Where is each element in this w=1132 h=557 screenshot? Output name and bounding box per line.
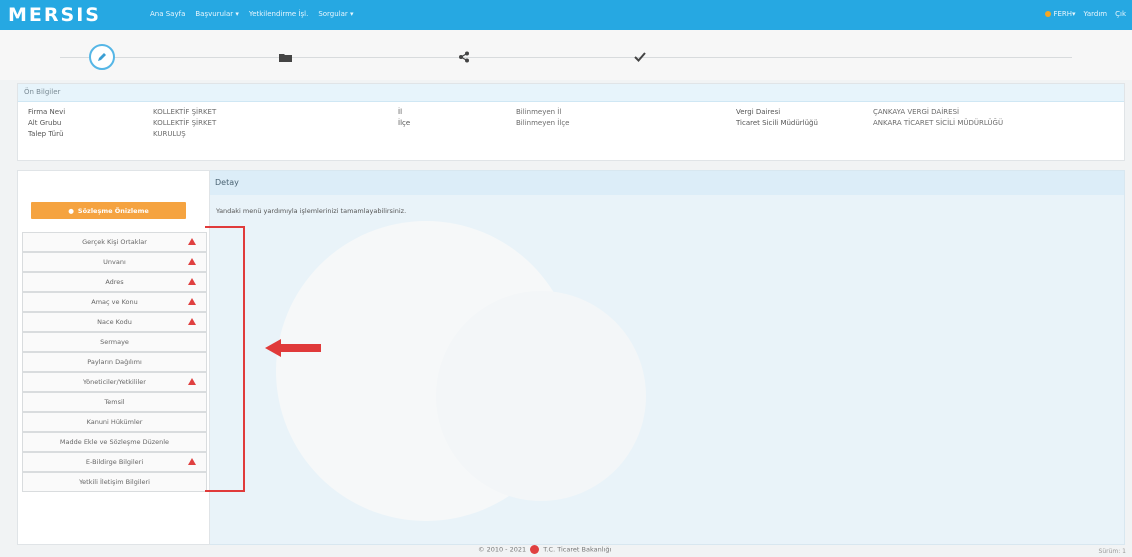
firma-nevi-label: Firma Nevi <box>28 108 66 116</box>
help-link[interactable]: Yardım <box>1084 10 1108 18</box>
nav-home[interactable]: Ana Sayfa <box>150 10 185 18</box>
warning-icon <box>188 378 196 385</box>
version-label: Sürüm: 1 <box>1098 548 1126 555</box>
background-circle-small <box>436 291 646 501</box>
menu-item-representation[interactable]: Temsil <box>22 392 207 412</box>
menu-item-title[interactable]: Unvanı <box>22 252 207 272</box>
menu-item-contact-info[interactable]: Yetkili İletişim Bilgileri <box>22 472 207 492</box>
user-icon <box>1045 11 1052 17</box>
menu-item-e-declaration[interactable]: E-Bildirge Bilgileri <box>22 452 207 472</box>
top-navbar: MERSIS Ana Sayfa Başvurular ▾ Yetkilendi… <box>0 0 1132 30</box>
steps-line <box>60 57 1072 58</box>
check-icon[interactable] <box>627 44 653 70</box>
eye-icon: ● <box>68 206 74 215</box>
pre-info-panel: Ön Bilgiler Firma Nevi KOLLEKTİF ŞİRKET … <box>17 83 1125 161</box>
pre-info-title: Ön Bilgiler <box>18 84 1124 102</box>
pencil-icon[interactable] <box>89 44 115 70</box>
contract-preview-button[interactable]: ● Sözleşme Önizleme <box>31 202 186 219</box>
menu-item-add-article[interactable]: Madde Ekle ve Sözleşme Düzenle <box>22 432 207 452</box>
il-value: Bilinmeyen İl <box>516 108 562 116</box>
detail-title: Detay <box>206 171 1124 195</box>
warning-icon <box>188 238 196 245</box>
menu-item-real-partners[interactable]: Gerçek Kişi Ortaklar <box>22 232 207 252</box>
ticaret-sicil-label: Ticaret Sicili Müdürlüğü <box>736 119 818 127</box>
ministry-logo-icon <box>530 545 540 554</box>
nav-authorization[interactable]: Yetkilendirme İşl. <box>249 10 308 18</box>
logout-link[interactable]: Çık <box>1115 10 1126 18</box>
left-menu-panel: ● Sözleşme Önizleme Gerçek Kişi Ortaklar… <box>17 170 210 545</box>
menu-item-address[interactable]: Adres <box>22 272 207 292</box>
mersis-logo[interactable]: MERSIS <box>8 4 101 26</box>
annotation-arrow-icon <box>265 339 321 357</box>
main-nav: Ana Sayfa Başvurular ▾ Yetkilendirme İşl… <box>150 10 354 18</box>
menu-item-capital[interactable]: Sermaye <box>22 332 207 352</box>
menu-item-purpose[interactable]: Amaç ve Konu <box>22 292 207 312</box>
ilce-value: Bilinmeyen İlçe <box>516 119 570 127</box>
ilce-label: İlçe <box>398 119 411 127</box>
detail-instruction: Yandaki menü yardımıyla işlemlerinizi ta… <box>216 207 407 215</box>
detail-panel: Detay Yandaki menü yardımıyla işlemlerin… <box>205 170 1125 545</box>
nav-queries[interactable]: Sorgular ▾ <box>318 10 353 18</box>
menu-item-nace-code[interactable]: Nace Kodu <box>22 312 207 332</box>
menu-item-share-distribution[interactable]: Payların Dağılımı <box>22 352 207 372</box>
il-label: İl <box>398 108 403 116</box>
warning-icon <box>188 318 196 325</box>
warning-icon <box>188 258 196 265</box>
wizard-steps <box>0 30 1132 80</box>
warning-icon <box>188 298 196 305</box>
nav-applications[interactable]: Başvurular ▾ <box>195 10 238 18</box>
section-menu: Gerçek Kişi Ortaklar Unvanı Adres Amaç v… <box>22 232 207 492</box>
talep-turu-value: KURULUŞ <box>153 130 186 138</box>
vergi-dairesi-value: ÇANKAYA VERGİ DAİRESİ <box>873 108 960 116</box>
alt-grubu-label: Alt Grubu <box>28 119 62 127</box>
user-nav: FERH▾ Yardım Çık <box>1045 10 1126 18</box>
share-icon[interactable] <box>451 44 477 70</box>
talep-turu-label: Talep Türü <box>28 130 64 138</box>
alt-grubu-value: KOLLEKTİF ŞİRKET <box>153 119 217 127</box>
folder-icon[interactable] <box>272 44 298 70</box>
ticaret-sicil-value: ANKARA TİCARET SİCİLİ MÜDÜRLÜĞÜ <box>873 119 1004 127</box>
warning-icon <box>188 458 196 465</box>
warning-icon <box>188 278 196 285</box>
firma-nevi-value: KOLLEKTİF ŞİRKET <box>153 108 217 116</box>
annotation-bracket <box>205 226 245 492</box>
vergi-dairesi-label: Vergi Dairesi <box>736 108 781 116</box>
user-menu[interactable]: FERH▾ <box>1045 10 1076 18</box>
footer: © 2010 - 2021 T.C. Ticaret Bakanlığı <box>478 545 612 554</box>
menu-item-legal-provisions[interactable]: Kanuni Hükümler <box>22 412 207 432</box>
menu-item-managers[interactable]: Yöneticiler/Yetkililer <box>22 372 207 392</box>
